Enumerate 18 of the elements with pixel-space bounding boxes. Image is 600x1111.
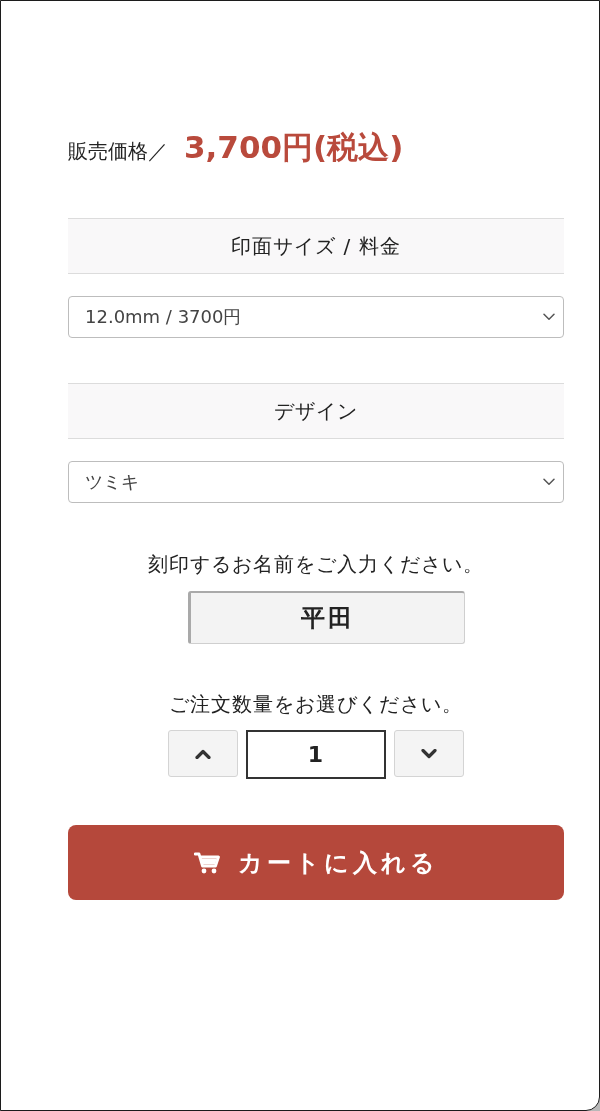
price-label: 販売価格／ [68,138,168,165]
dropdown-select[interactable]: 12.0mm / 3700円 [68,296,564,338]
cart-icon [193,851,220,874]
quantity-input-field[interactable]: 1 [245,730,386,779]
name-input-field[interactable]: 平田 [188,591,465,644]
chevron-up-icon [194,748,211,759]
price-value: 3,700円(税込) [184,128,404,167]
add-to-cart-button[interactable]: カートに入れる [68,825,564,900]
name-prompt: 刻印するお名前をご入力ください。 [147,551,485,578]
section-heading: 印面サイズ / 料金 [68,218,564,274]
quantity-prompt: ご注文数量をお選びください。 [168,691,464,718]
chevron-down-icon [543,478,555,486]
decrease-button[interactable] [393,730,464,777]
increase-button[interactable] [167,730,238,777]
section-heading: デザイン [68,383,564,439]
dropdown-select[interactable]: ツミキ [68,461,564,503]
chevron-down-icon [543,313,555,321]
chevron-down-icon [420,748,437,759]
